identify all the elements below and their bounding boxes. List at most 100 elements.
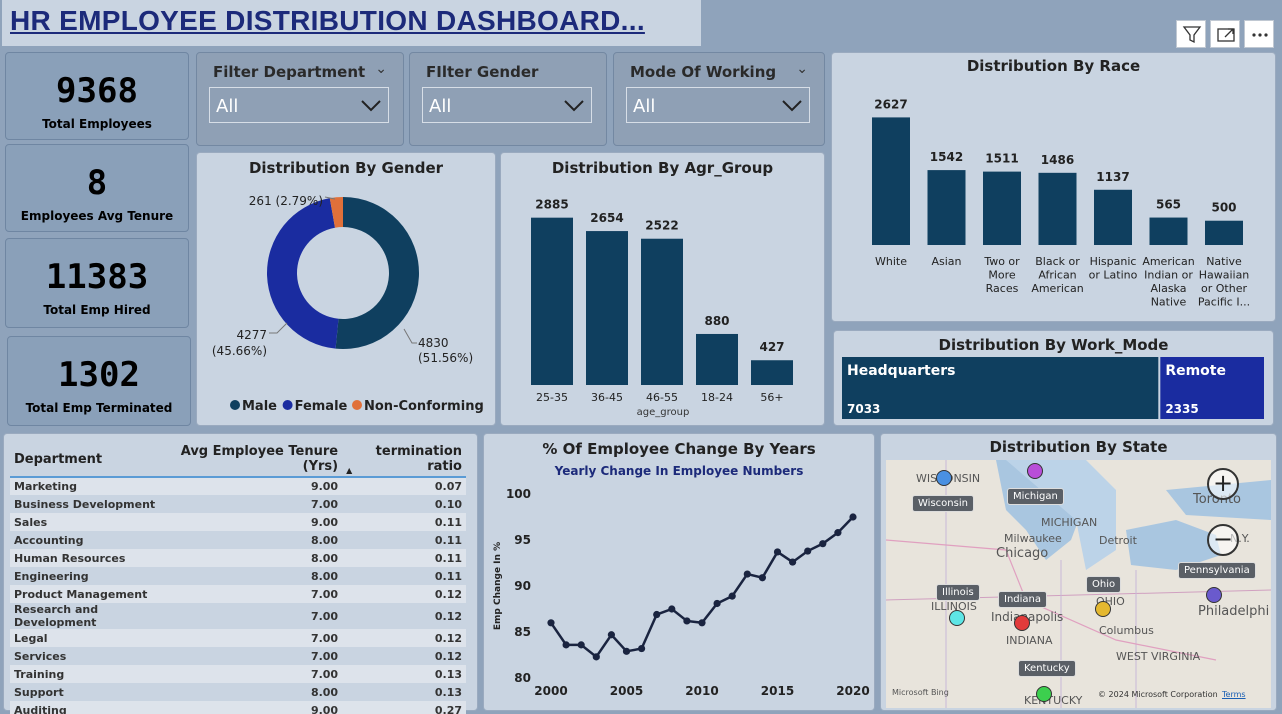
series-point[interactable] xyxy=(743,570,751,578)
age-bar[interactable] xyxy=(751,360,793,385)
series-point[interactable] xyxy=(849,513,857,521)
termination-ratio-cell: 0.11 xyxy=(342,513,466,531)
table-row[interactable]: Sales 9.00 0.11 xyxy=(10,513,466,531)
race-bar[interactable] xyxy=(927,170,966,245)
filter-icon[interactable] xyxy=(1176,20,1206,48)
state-bubble-pennsylvania[interactable] xyxy=(1206,587,1222,603)
table-row[interactable]: Legal 7.00 0.12 xyxy=(10,629,466,647)
series-point[interactable] xyxy=(758,574,766,582)
race-bar[interactable] xyxy=(1205,220,1243,245)
donut-slice-male[interactable] xyxy=(335,197,420,349)
table-row[interactable]: Business Development 7.00 0.10 xyxy=(10,495,466,513)
race-bar[interactable] xyxy=(983,171,1021,245)
series-point[interactable] xyxy=(592,653,600,661)
state-label-indiana: Indiana xyxy=(998,591,1048,608)
race-bar[interactable] xyxy=(872,117,910,245)
chart-title: % Of Employee Change By Years xyxy=(542,440,816,458)
table-row[interactable]: Product Management 7.00 0.12 xyxy=(10,585,466,603)
series-point[interactable] xyxy=(773,548,782,556)
table-row[interactable]: Services 7.00 0.12 xyxy=(10,647,466,665)
race-bar-value: 500 xyxy=(1211,201,1236,215)
column-header-tenure[interactable]: Avg Employee Tenure (Yrs) xyxy=(168,442,342,477)
table-row[interactable]: Engineering 8.00 0.11 xyxy=(10,567,466,585)
donut-slice-female[interactable] xyxy=(267,198,339,349)
series-point[interactable] xyxy=(804,547,812,555)
bing-logo: Microsoft Bing xyxy=(892,688,949,697)
male-data-label: 4830 xyxy=(418,336,449,350)
filter-mode-of-working[interactable]: Mode Of Working ⌄ All xyxy=(613,52,825,146)
filter-gender[interactable]: FIlter Gender All xyxy=(409,52,607,146)
female-data-percent: (45.66%) xyxy=(212,344,267,358)
series-point[interactable] xyxy=(834,529,842,537)
map-canvas[interactable]: WISCONSIN MICHIGAN Milwaukee Chicago Det… xyxy=(886,460,1271,708)
race-bar[interactable] xyxy=(1038,172,1077,245)
legend-marker xyxy=(230,400,240,410)
table-row[interactable]: Accounting 8.00 0.11 xyxy=(10,531,466,549)
filter-department[interactable]: Filter Department ⌄ All xyxy=(196,52,404,146)
series-point[interactable] xyxy=(668,605,676,613)
focus-mode-icon[interactable] xyxy=(1210,20,1240,48)
table-row[interactable]: Human Resources 8.00 0.11 xyxy=(10,549,466,567)
age-bar[interactable] xyxy=(641,238,683,385)
series-point[interactable] xyxy=(819,540,827,548)
department-cell: Accounting xyxy=(10,531,168,549)
age-bar[interactable] xyxy=(696,333,738,385)
state-bubble-illinois[interactable] xyxy=(949,610,965,626)
series-point[interactable] xyxy=(789,558,797,566)
chevron-down-icon[interactable]: ⌄ xyxy=(796,61,808,77)
series-point[interactable] xyxy=(653,610,661,619)
series-point[interactable] xyxy=(622,647,631,655)
series-point[interactable] xyxy=(607,631,615,639)
age-bar-value: 880 xyxy=(704,314,729,328)
more-options-icon[interactable] xyxy=(1244,20,1274,48)
race-bar[interactable] xyxy=(1094,189,1132,245)
state-label-illinois: Illinois xyxy=(936,584,980,601)
table-row[interactable]: Training 7.00 0.13 xyxy=(10,665,466,683)
table-row[interactable]: Auditing 9.00 0.27 xyxy=(10,701,466,714)
female-data-label: 4277 xyxy=(236,328,267,342)
state-bubble-indiana[interactable] xyxy=(1014,615,1030,631)
terms-link[interactable]: Terms xyxy=(1222,690,1246,699)
termination-ratio-cell: 0.11 xyxy=(342,549,466,567)
filter-dropdown[interactable]: All xyxy=(626,87,810,123)
series-point[interactable] xyxy=(713,599,721,608)
column-header-termination-ratio[interactable]: termination ratio ▲ xyxy=(342,442,466,477)
chevron-down-icon xyxy=(782,100,802,112)
series-point[interactable] xyxy=(547,619,555,627)
chevron-down-icon[interactable]: ⌄ xyxy=(375,61,387,77)
series-point[interactable] xyxy=(638,644,646,653)
kpi-total-hired: 11383 Total Emp Hired xyxy=(5,238,189,328)
zoom-out-button[interactable]: − xyxy=(1207,524,1239,556)
map-place-label: MICHIGAN xyxy=(1041,516,1098,529)
table-row[interactable]: Marketing 9.00 0.07 xyxy=(10,477,466,495)
x-tick-label: 2005 xyxy=(610,684,643,698)
state-bubble-wisconsin[interactable] xyxy=(936,470,952,486)
y-tick-label: 95 xyxy=(514,533,531,547)
state-bubble-ohio[interactable] xyxy=(1095,601,1111,617)
termination-ratio-cell: 0.27 xyxy=(342,701,466,714)
series-point[interactable] xyxy=(683,617,691,625)
table-row[interactable]: Research and Development 7.00 0.12 xyxy=(10,603,466,629)
age-bar[interactable] xyxy=(531,217,573,385)
department-cell: Services xyxy=(10,647,168,665)
column-header-department[interactable]: Department xyxy=(10,442,168,477)
filter-dropdown[interactable]: All xyxy=(422,87,592,123)
termination-ratio-cell: 0.11 xyxy=(342,567,466,585)
state-bubble-michigan[interactable] xyxy=(1027,463,1043,479)
series-point[interactable] xyxy=(577,641,585,649)
state-bubble-kentucky[interactable] xyxy=(1036,686,1052,702)
termination-ratio-cell: 0.13 xyxy=(342,683,466,701)
kpi-label: Total Emp Hired xyxy=(43,303,151,317)
kpi-label: Total Employees xyxy=(42,117,152,131)
age-bar-chart: 2885 25-35 2654 36-45 2522 46-55 880 18-24 427 56… xyxy=(531,198,793,418)
table-row[interactable]: Support 8.00 0.13 xyxy=(10,683,466,701)
workmode-tile-label: Headquarters xyxy=(847,363,955,379)
filter-dropdown[interactable]: All xyxy=(209,87,389,123)
x-tick-label: 2020 xyxy=(836,684,869,698)
series-point[interactable] xyxy=(728,592,736,600)
age-bar[interactable] xyxy=(586,231,628,385)
series-point[interactable] xyxy=(698,619,706,627)
series-point[interactable] xyxy=(562,641,570,649)
zoom-in-button[interactable]: + xyxy=(1207,468,1239,500)
race-bar[interactable] xyxy=(1149,217,1188,245)
